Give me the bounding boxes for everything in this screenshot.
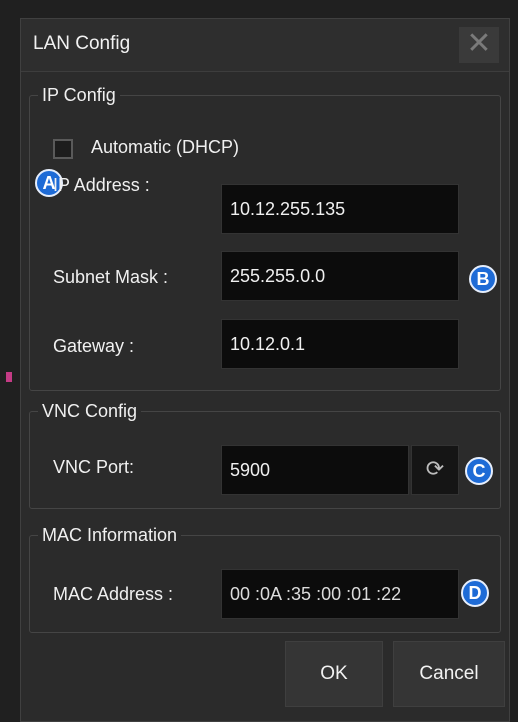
vnc-port-label: VNC Port: <box>53 457 135 477</box>
mac-info-legend: MAC Information <box>38 525 182 546</box>
close-icon: ✕ <box>466 27 492 60</box>
callout-c-badge: C <box>465 457 493 485</box>
gateway-field[interactable]: 10.12.0.1 <box>221 319 459 369</box>
dhcp-checkbox[interactable] <box>53 139 73 159</box>
subnet-mask-field[interactable]: 255.255.0.0 <box>221 251 459 301</box>
cancel-button[interactable]: Cancel <box>393 641 505 707</box>
close-button[interactable]: ✕ <box>459 27 499 63</box>
vnc-config-legend: VNC Config <box>38 401 142 422</box>
dhcp-label: Automatic (DHCP) <box>91 137 240 157</box>
lan-config-dialog: LAN Config ✕ IP Config Automatic (DHCP) … <box>20 18 510 722</box>
ip-address-label: IP Address : <box>53 175 150 195</box>
refresh-icon[interactable]: ⟳ <box>411 445 459 495</box>
callout-b-badge: B <box>469 265 497 293</box>
ip-config-legend: IP Config <box>38 85 120 106</box>
ok-button[interactable]: OK <box>285 641 383 707</box>
mac-address-label: MAC Address : <box>53 584 174 604</box>
subnet-mask-label: Subnet Mask : <box>53 267 169 287</box>
title-bar: LAN Config ✕ <box>21 19 509 72</box>
ip-address-field[interactable]: 10.12.255.135 <box>221 184 459 234</box>
mac-address-field: 00 :0A :35 :00 :01 :22 <box>221 569 459 619</box>
vnc-port-field[interactable]: 5900 <box>221 445 409 495</box>
dialog-title: LAN Config <box>33 33 131 54</box>
gateway-label: Gateway : <box>53 336 135 356</box>
callout-d-badge: D <box>461 579 489 607</box>
edge-marker <box>6 372 12 382</box>
